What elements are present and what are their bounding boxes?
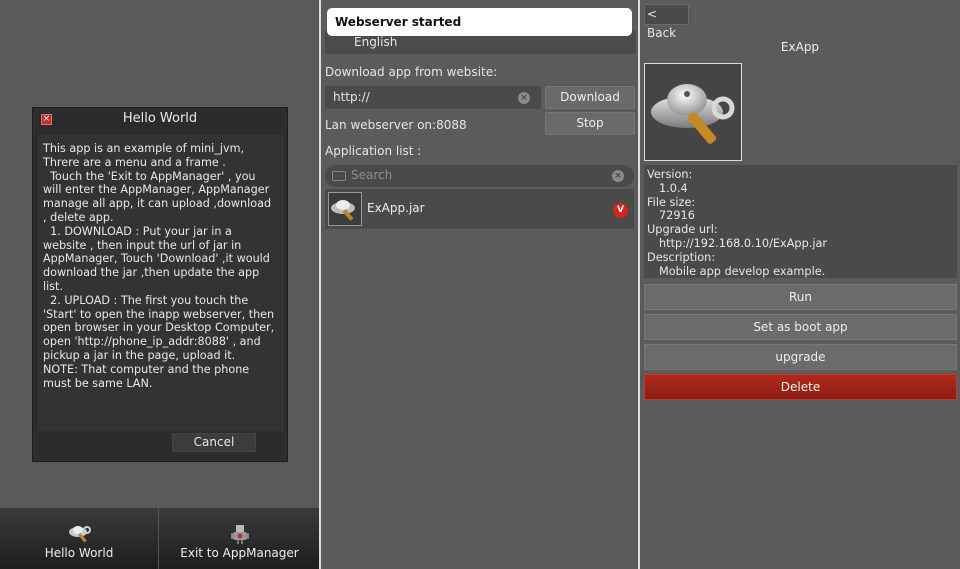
- delete-button[interactable]: Delete: [644, 374, 957, 400]
- saucer-wrench-icon: [331, 200, 355, 221]
- app-name: ExApp.jar: [367, 201, 425, 215]
- stop-button[interactable]: Stop: [545, 112, 635, 135]
- upgrade-button[interactable]: upgrade: [644, 344, 957, 370]
- app-info-box: Version: 1.0.4 File size: 72916 Upgrade …: [644, 165, 957, 278]
- dialog-title: Hello World: [122, 111, 198, 126]
- clear-icon[interactable]: ×: [518, 92, 530, 104]
- url-input-value: http://: [333, 90, 370, 104]
- keyboard-icon: [332, 171, 346, 181]
- tab-exit-to-appmanager[interactable]: Exit to AppManager: [160, 508, 319, 569]
- language-label: English: [354, 35, 398, 49]
- search-input[interactable]: Search: [351, 168, 392, 182]
- app-detail-screen: < Back ExApp Version: 1.0.4 File size: 7…: [640, 0, 960, 569]
- app-thumbnail: [328, 192, 362, 226]
- list-item[interactable]: ExApp.jar V: [325, 189, 634, 229]
- tab-hello-world[interactable]: Hello World: [0, 508, 159, 569]
- app-list-label: Application list :: [325, 144, 422, 158]
- description-value: Mobile app develop example.: [659, 264, 826, 278]
- file-size-value: 72916: [659, 209, 695, 223]
- cancel-button[interactable]: Cancel: [172, 433, 256, 452]
- set-boot-app-button[interactable]: Set as boot app: [644, 314, 957, 340]
- page-title: ExApp: [780, 40, 820, 54]
- lan-webserver-label: Lan webserver on:8088: [325, 118, 467, 132]
- upgrade-url-value: http://192.168.0.10/ExApp.jar: [659, 236, 828, 250]
- back-button[interactable]: < Back: [644, 4, 689, 40]
- download-button[interactable]: Download: [545, 86, 635, 109]
- upgrade-url-label: Upgrade url:: [647, 223, 718, 237]
- version-badge: V: [613, 203, 628, 218]
- saucer-wrench-icon: [651, 84, 735, 144]
- app-manager-screen: English Webserver started Download app f…: [321, 0, 638, 569]
- run-button[interactable]: Run: [644, 284, 957, 310]
- description-label: Description:: [647, 250, 716, 264]
- robot-icon: [231, 525, 249, 544]
- search-bar[interactable]: Search ×: [325, 165, 634, 187]
- download-label: Download app from website:: [325, 65, 498, 79]
- dialog-text: This app is an example of mini_jvm, Thre…: [43, 142, 275, 390]
- version-value: 1.0.4: [659, 181, 688, 195]
- app-icon-image: [644, 63, 742, 161]
- saucer-wrench-icon: [69, 526, 91, 543]
- hello-world-screen: × Hello World This app is an example of …: [0, 0, 319, 569]
- clear-icon[interactable]: ×: [612, 170, 624, 182]
- version-label: Version:: [647, 168, 693, 181]
- toast-notification: Webserver started: [327, 8, 632, 36]
- file-size-label: File size:: [647, 195, 696, 209]
- tab-bar: Hello World Exit to AppManager: [0, 507, 319, 569]
- url-input[interactable]: http:// ×: [325, 86, 541, 109]
- tab-label: Exit to AppManager: [180, 546, 299, 560]
- tab-label: Hello World: [44, 546, 114, 560]
